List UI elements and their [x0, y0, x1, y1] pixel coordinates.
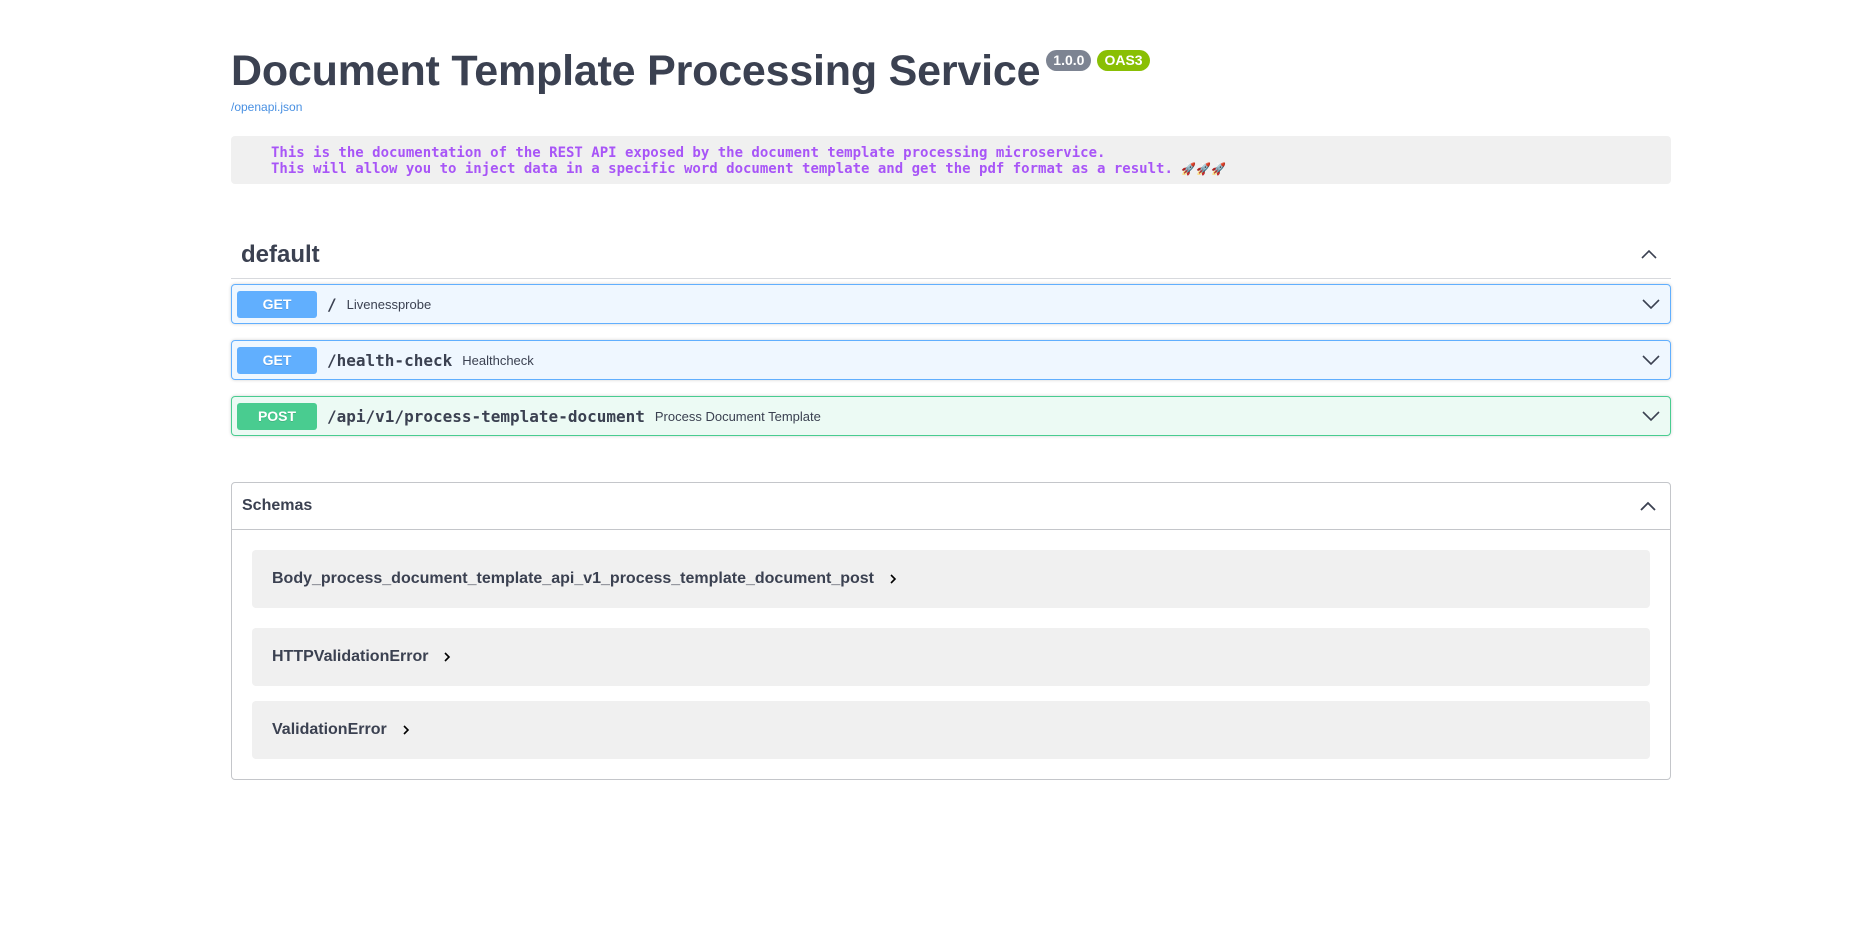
operation-get-health-check[interactable]: GET /health-check Healthcheck [231, 340, 1671, 380]
api-description: This is the documentation of the REST AP… [231, 136, 1671, 184]
schemas-header[interactable]: Schemas [232, 483, 1670, 530]
schema-name: Body_process_document_template_api_v1_pr… [272, 570, 874, 587]
chevron-right-icon[interactable] [442, 651, 452, 663]
operation-path: / [327, 294, 337, 314]
schemas-section: Schemas Body_process_document_template_a… [231, 482, 1671, 780]
operation-path: /health-check [327, 350, 453, 370]
version-badge: 1.0.0 [1046, 50, 1092, 71]
chevron-up-icon[interactable] [1636, 494, 1660, 518]
operation-summary: Livenessprobe [346, 296, 432, 312]
api-info: Document Template Processing Service 1.0… [231, 0, 1671, 184]
operation-summary: Process Document Template [654, 408, 821, 424]
chevron-down-icon[interactable] [1639, 404, 1663, 428]
schema-name: ValidationError [272, 721, 387, 738]
description-line-2-text: This will allow you to inject data in a … [271, 161, 1173, 177]
chevron-up-icon[interactable] [1637, 243, 1661, 267]
operation-get-root[interactable]: GET / Livenessprobe [231, 284, 1671, 324]
chevron-down-icon[interactable] [1639, 348, 1663, 372]
rocket-icons: 🚀🚀🚀 [1181, 162, 1227, 176]
description-line-1: This is the documentation of the REST AP… [271, 145, 1106, 161]
tag-name: default [241, 241, 320, 268]
schemas-list: Body_process_document_template_api_v1_pr… [232, 530, 1670, 779]
operation-summary: Healthcheck [462, 352, 534, 368]
title-row: Document Template Processing Service 1.0… [231, 48, 1671, 94]
operation-path: /api/v1/process-template-document [327, 406, 645, 426]
page-title: Document Template Processing Service [231, 47, 1041, 95]
tag-section-default: default GET / Livenessprobe GET /health-… [231, 232, 1671, 436]
method-badge-get: GET [237, 290, 317, 318]
openapi-json-link[interactable]: /openapi.json [231, 100, 302, 114]
schemas-title: Schemas [242, 497, 313, 514]
oas-badge: OAS3 [1097, 50, 1150, 71]
schema-item-http-validation-error[interactable]: HTTPValidationError [252, 628, 1650, 686]
schema-name: HTTPValidationError [272, 648, 429, 665]
chevron-right-icon[interactable] [401, 724, 411, 736]
schema-item-validation-error[interactable]: ValidationError [252, 701, 1650, 759]
chevron-down-icon[interactable] [1639, 292, 1663, 316]
tag-header[interactable]: default [231, 232, 1671, 279]
swagger-ui: Document Template Processing Service 1.0… [231, 0, 1671, 780]
description-line-2: This will allow you to inject data in a … [271, 161, 1631, 177]
schema-item-body-process-document-template[interactable]: Body_process_document_template_api_v1_pr… [252, 550, 1650, 608]
chevron-right-icon[interactable] [888, 573, 898, 585]
operation-post-process-template-document[interactable]: POST /api/v1/process-template-document P… [231, 396, 1671, 436]
method-badge-get: GET [237, 346, 317, 374]
method-badge-post: POST [237, 402, 317, 430]
